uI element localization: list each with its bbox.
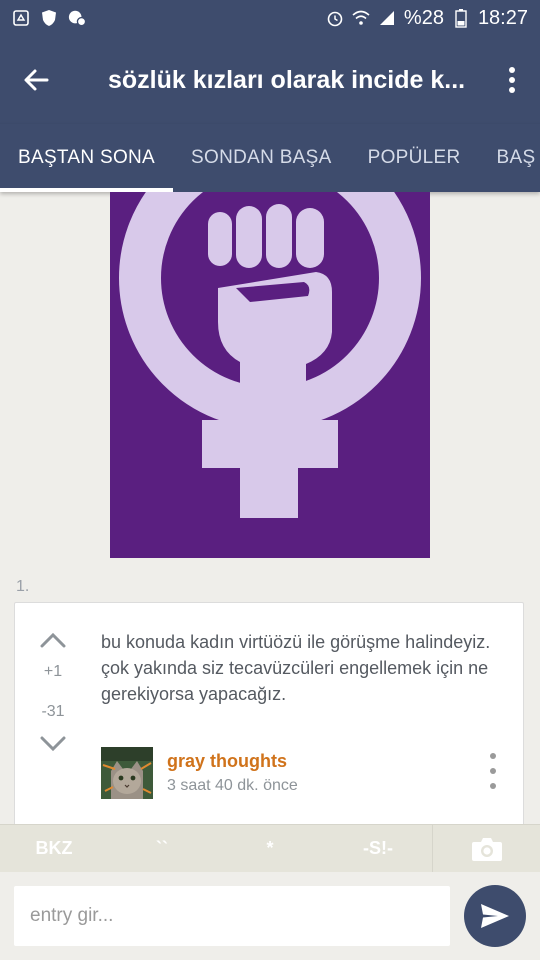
- tab-sondan-basa[interactable]: SONDAN BAŞA: [173, 124, 350, 192]
- author-name[interactable]: gray thoughts: [167, 751, 287, 772]
- alarm-icon: [326, 9, 344, 27]
- send-button[interactable]: [464, 885, 526, 947]
- camera-icon: [471, 837, 502, 861]
- tab-bas[interactable]: BAŞ: [479, 124, 540, 192]
- cat-avatar-image: [101, 747, 153, 799]
- entry-input[interactable]: [14, 886, 450, 946]
- entry-author-row: gray thoughts 3 saat 40 dk. önce: [101, 747, 521, 801]
- tab-populer[interactable]: POPÜLER: [350, 124, 479, 192]
- entry-index: 1.: [16, 578, 30, 595]
- status-bar: %28 18:27: [0, 0, 540, 36]
- arrow-left-icon: [24, 69, 49, 91]
- more-options-button[interactable]: [484, 36, 540, 124]
- entry-image[interactable]: [110, 192, 430, 558]
- more-vertical-icon: [509, 67, 515, 93]
- tab-bastan-sona[interactable]: BAŞTAN SONA: [0, 124, 174, 192]
- tab-bar: BAŞTAN SONA SONDAN BAŞA POPÜLER BAŞ: [0, 124, 540, 192]
- chevron-up-icon: [40, 632, 66, 648]
- downvote-count: -31: [41, 703, 65, 720]
- star-button[interactable]: *: [216, 825, 324, 873]
- chevron-down-icon: [40, 736, 66, 752]
- more-vertical-dot: [490, 768, 496, 774]
- shield-icon: [40, 9, 58, 27]
- signal-icon: [378, 9, 396, 27]
- entry-more-button[interactable]: [483, 753, 503, 789]
- send-icon: [481, 904, 509, 928]
- spoiler-button[interactable]: -S!-: [324, 825, 432, 873]
- entry-list: 1. +1 -31 bu konuda kadın virtüözü ile g…: [0, 192, 540, 824]
- hidden-link-button[interactable]: ``: [108, 825, 216, 873]
- clock: 18:27: [477, 6, 528, 29]
- upvote-count: +1: [43, 663, 63, 680]
- wifi-icon: [352, 9, 370, 27]
- battery-level: %28: [403, 6, 444, 29]
- avatar[interactable]: [101, 747, 153, 799]
- entry-card: +1 -31 bu konuda kadın virtüözü ile görü…: [14, 602, 524, 824]
- more-vertical-dot: [490, 783, 496, 789]
- recycle-icon: [12, 9, 30, 27]
- camera-button[interactable]: [432, 824, 540, 873]
- battery-icon: [452, 9, 470, 28]
- bkz-button[interactable]: BKZ: [0, 825, 108, 873]
- entry-text: bu konuda kadın virtüözü ile görüşme hal…: [101, 632, 491, 704]
- more-vertical-icon: [490, 753, 496, 759]
- chat-notification-icon: [68, 9, 86, 27]
- format-toolbar: BKZ `` * -S!-: [0, 824, 540, 873]
- back-button[interactable]: [0, 36, 72, 124]
- upvote-button[interactable]: [39, 629, 67, 651]
- feminism-fist-symbol: [110, 192, 430, 558]
- page-title: sözlük kızları olarak incide k...: [108, 65, 466, 94]
- entry-timestamp: 3 saat 40 dk. önce: [167, 777, 298, 794]
- app-bar: sözlük kızları olarak incide k...: [0, 36, 540, 124]
- vote-column: +1 -31: [15, 603, 91, 783]
- compose-bar: [0, 872, 540, 960]
- downvote-button[interactable]: [39, 733, 67, 755]
